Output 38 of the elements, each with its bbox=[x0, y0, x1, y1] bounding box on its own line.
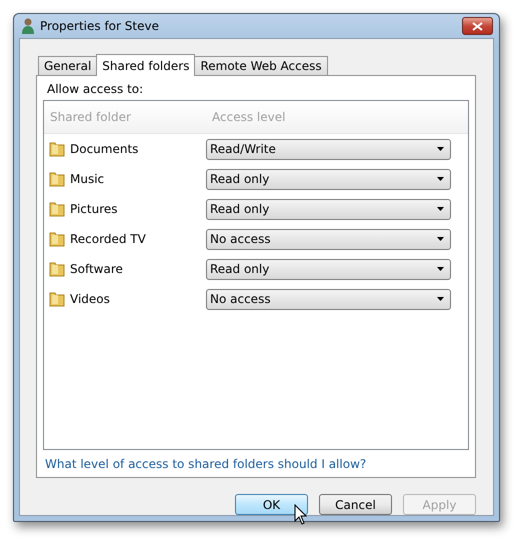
dropdown-arrow-icon bbox=[437, 237, 444, 241]
dropdown-arrow-icon bbox=[437, 267, 444, 271]
folder-name: Software bbox=[70, 262, 123, 276]
column-header: Access level bbox=[211, 110, 286, 124]
folder-icon bbox=[49, 231, 65, 247]
folder-icon bbox=[49, 171, 65, 187]
dropdown-arrow-icon bbox=[437, 177, 444, 181]
folder-icon bbox=[49, 291, 65, 307]
dialog-button[interactable]: OK bbox=[235, 494, 308, 515]
column-header: Shared folder bbox=[49, 110, 131, 124]
dropdown-arrow-icon bbox=[437, 207, 444, 211]
tab[interactable]: Shared folders bbox=[96, 54, 196, 76]
folder-name: Recorded TV bbox=[70, 232, 146, 246]
folder-icon bbox=[49, 261, 65, 277]
folder-name: Pictures bbox=[70, 202, 118, 216]
access-dropdown[interactable]: Read only bbox=[206, 198, 451, 220]
close-icon bbox=[472, 22, 483, 30]
tab[interactable]: Remote Web Access bbox=[194, 56, 328, 75]
dropdown-arrow-icon bbox=[437, 297, 444, 301]
access-dropdown[interactable]: Read only bbox=[206, 258, 451, 280]
dropdown-arrow-icon bbox=[437, 147, 444, 151]
section-label: Allow access to: bbox=[46, 82, 144, 98]
mouse-pointer-icon bbox=[294, 504, 307, 525]
access-dropdown[interactable]: Read/Write bbox=[206, 138, 451, 160]
folder-icon bbox=[49, 201, 65, 217]
folder-name: Documents bbox=[70, 142, 138, 156]
folder-name: Videos bbox=[70, 292, 110, 306]
window-title: Properties for Steve bbox=[40, 19, 160, 33]
folder-icon bbox=[49, 141, 65, 157]
folder-name: Music bbox=[70, 172, 104, 186]
access-dropdown[interactable]: Read only bbox=[206, 168, 451, 190]
dialog-button[interactable]: Cancel bbox=[319, 494, 392, 515]
access-dropdown[interactable]: No access bbox=[206, 228, 451, 250]
close-button[interactable] bbox=[462, 17, 493, 35]
access-dropdown[interactable]: No access bbox=[206, 288, 451, 310]
user-icon bbox=[21, 18, 35, 34]
help-link[interactable]: What level of access to shared folders should I allow? bbox=[45, 457, 469, 471]
tab[interactable]: General bbox=[38, 56, 98, 75]
